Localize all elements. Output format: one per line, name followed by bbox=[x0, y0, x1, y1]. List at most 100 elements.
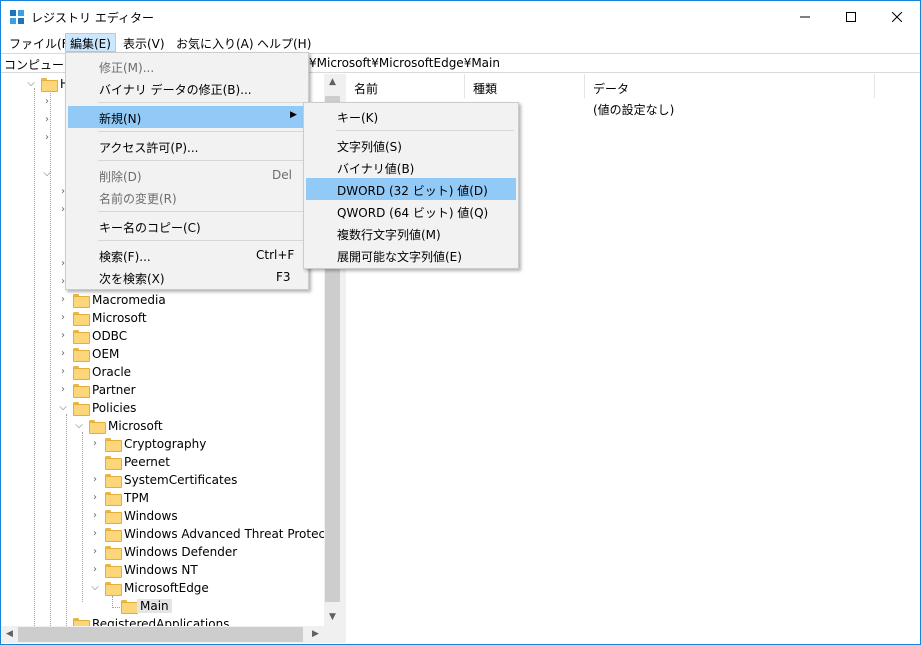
close-button[interactable] bbox=[874, 1, 920, 32]
tree-label: Windows Defender bbox=[124, 545, 238, 559]
menu-separator bbox=[98, 102, 304, 103]
menu-view[interactable]: 表示(V) bbox=[118, 33, 170, 52]
menu-item-find-next[interactable]: 次を検索(X) F3 bbox=[68, 266, 306, 288]
chevron-right-icon[interactable]: › bbox=[41, 95, 53, 109]
menu-item-new-string[interactable]: 文字列値(S) bbox=[306, 134, 516, 156]
tree-label: Microsoft bbox=[108, 419, 163, 433]
folder-icon bbox=[105, 563, 122, 578]
chevron-right-icon[interactable]: › bbox=[89, 473, 101, 487]
tree-node[interactable]: › TPM bbox=[1, 490, 324, 508]
tree-horizontal-scrollbar[interactable]: ◀ ▶ bbox=[1, 626, 324, 643]
tree-node[interactable]: ⌵ Microsoft bbox=[1, 418, 324, 436]
tree-label: MicrosoftEdge bbox=[124, 581, 209, 595]
edit-menu: 修正(M)... バイナリ データの修正(B)... 新規(N) ▶ アクセス許… bbox=[65, 52, 309, 290]
tree-node[interactable]: Peernet bbox=[1, 454, 324, 472]
tree-label: ODBC bbox=[92, 329, 128, 343]
chevron-right-icon[interactable]: › bbox=[41, 131, 53, 145]
maximize-icon bbox=[846, 11, 856, 22]
menu-item-new[interactable]: 新規(N) ▶ bbox=[68, 106, 306, 128]
tree-label: Policies bbox=[92, 401, 137, 415]
tree-node[interactable]: › Cryptography bbox=[1, 436, 324, 454]
tree-node[interactable]: › Macromedia bbox=[1, 292, 324, 310]
menu-edit[interactable]: 編集(E) bbox=[65, 33, 116, 52]
chevron-right-icon[interactable]: › bbox=[89, 527, 101, 541]
maximize-button[interactable] bbox=[828, 1, 874, 32]
chevron-right-icon[interactable]: › bbox=[57, 311, 69, 325]
chevron-down-icon[interactable]: ⌵ bbox=[89, 581, 101, 595]
tree-node[interactable]: › Windows Defender bbox=[1, 544, 324, 562]
window-title: レジストリ エディター bbox=[31, 11, 154, 25]
menu-help[interactable]: ヘルプ(H) bbox=[252, 33, 316, 52]
menu-favorites[interactable]: お気に入り(A) bbox=[171, 33, 259, 52]
folder-icon bbox=[121, 599, 138, 614]
folder-icon bbox=[105, 527, 122, 542]
chevron-right-icon[interactable]: › bbox=[57, 329, 69, 343]
menu-item-permissions[interactable]: アクセス許可(P)... bbox=[68, 135, 306, 157]
chevron-down-icon[interactable]: ⌵ bbox=[57, 401, 69, 415]
menu-item-new-expandable-string[interactable]: 展開可能な文字列値(E) bbox=[306, 244, 516, 266]
menu-item-new-qword[interactable]: QWORD (64 ビット) 値(Q) bbox=[306, 200, 516, 222]
chevron-right-icon[interactable]: › bbox=[89, 491, 101, 505]
folder-icon bbox=[89, 419, 106, 434]
tree-node[interactable]: › OEM bbox=[1, 346, 324, 364]
tree-label: Partner bbox=[92, 383, 136, 397]
menu-separator bbox=[98, 240, 304, 241]
menu-separator bbox=[98, 211, 304, 212]
tree-node[interactable]: › Windows Advanced Threat Protection bbox=[1, 526, 340, 544]
tree-node[interactable]: ⌵ Policies bbox=[1, 400, 324, 418]
chevron-down-icon[interactable]: ⌵ bbox=[25, 77, 37, 91]
tree-node[interactable]: › Oracle bbox=[1, 364, 324, 382]
value-data-cell[interactable]: (値の設定なし) bbox=[593, 101, 674, 118]
scrollbar-thumb[interactable] bbox=[18, 627, 303, 642]
menu-item-new-key[interactable]: キー(K) bbox=[306, 105, 516, 127]
tree-node[interactable]: › Windows NT bbox=[1, 562, 324, 580]
menu-item-new-multi-string[interactable]: 複数行文字列値(M) bbox=[306, 222, 516, 244]
menu-item-modify[interactable]: 修正(M)... bbox=[68, 55, 306, 77]
scroll-up-icon[interactable]: ▲ bbox=[324, 74, 341, 91]
menu-separator bbox=[98, 160, 304, 161]
chevron-down-icon[interactable]: ⌵ bbox=[41, 167, 53, 181]
chevron-right-icon[interactable]: › bbox=[89, 563, 101, 577]
tree-label: Microsoft bbox=[92, 311, 147, 325]
menu-item-delete[interactable]: 削除(D) Del bbox=[68, 164, 306, 186]
tree-label: SystemCertificates bbox=[124, 473, 238, 487]
menu-item-new-dword[interactable]: DWORD (32 ビット) 値(D) bbox=[306, 178, 516, 200]
chevron-right-icon[interactable]: › bbox=[57, 383, 69, 397]
chevron-right-icon[interactable]: › bbox=[89, 509, 101, 523]
tree-node[interactable]: › Windows bbox=[1, 508, 324, 526]
tree-label: Windows bbox=[124, 509, 178, 523]
menu-item-modify-binary[interactable]: バイナリ データの修正(B)... bbox=[68, 77, 306, 99]
scroll-right-icon[interactable]: ▶ bbox=[307, 626, 324, 643]
folder-icon bbox=[73, 311, 90, 326]
menu-item-find[interactable]: 検索(F)... Ctrl+F bbox=[68, 244, 306, 266]
chevron-right-icon[interactable]: › bbox=[57, 347, 69, 361]
tree-node-selected[interactable]: Main bbox=[1, 598, 324, 616]
tree-node[interactable]: › ODBC bbox=[1, 328, 324, 346]
scroll-down-icon[interactable]: ▼ bbox=[324, 609, 341, 626]
tree-node[interactable]: ⌵ MicrosoftEdge bbox=[1, 580, 324, 598]
close-icon bbox=[892, 11, 902, 22]
chevron-right-icon[interactable]: › bbox=[57, 365, 69, 379]
column-header-name[interactable]: 名前 bbox=[346, 74, 465, 98]
chevron-down-icon[interactable]: ⌵ bbox=[73, 419, 85, 433]
scroll-left-icon[interactable]: ◀ bbox=[1, 626, 18, 643]
menu-item-copy-key-name[interactable]: キー名のコピー(C) bbox=[68, 215, 306, 237]
tree-node[interactable]: › SystemCertificates bbox=[1, 472, 324, 490]
menu-item-new-binary[interactable]: バイナリ値(B) bbox=[306, 156, 516, 178]
tree-label: Windows NT bbox=[124, 563, 198, 577]
column-header-type[interactable]: 種類 bbox=[465, 74, 585, 98]
chevron-right-icon[interactable]: › bbox=[57, 293, 69, 307]
registry-editor-icon bbox=[10, 10, 24, 24]
folder-icon bbox=[73, 329, 90, 344]
menu-separator bbox=[98, 131, 304, 132]
tree-node[interactable]: › Microsoft bbox=[1, 310, 324, 328]
tree-label: Cryptography bbox=[124, 437, 207, 451]
tree-node[interactable]: › Partner bbox=[1, 382, 324, 400]
chevron-right-icon[interactable]: › bbox=[89, 545, 101, 559]
chevron-right-icon[interactable]: › bbox=[41, 113, 53, 127]
column-header-data[interactable]: データ bbox=[585, 74, 875, 98]
tree-label: Peernet bbox=[124, 455, 170, 469]
menu-item-rename[interactable]: 名前の変更(R) bbox=[68, 186, 306, 208]
chevron-right-icon[interactable]: › bbox=[89, 437, 101, 451]
minimize-button[interactable] bbox=[782, 1, 828, 32]
